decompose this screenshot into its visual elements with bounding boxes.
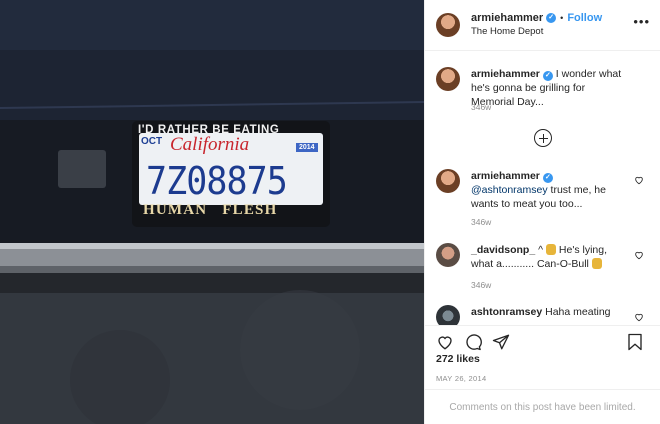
mention-link[interactable]: @ashtonramsey	[471, 184, 548, 196]
avatar[interactable]	[436, 169, 460, 193]
avatar[interactable]	[436, 243, 460, 267]
bookmark-icon[interactable]	[627, 333, 643, 351]
comment-age[interactable]: 346w	[471, 280, 491, 290]
plate-state-name: California	[170, 134, 250, 155]
heart-icon[interactable]	[634, 175, 644, 185]
list-item: _davidsonp_ ^ He's lying, what a........…	[436, 243, 651, 271]
likes-count[interactable]: 272 likes	[436, 353, 480, 365]
comment-username[interactable]: ashtonramsey	[471, 306, 542, 318]
caption: armiehammer ✓ I wonder what he's gonna be…	[436, 67, 651, 109]
can-emoji-icon	[591, 258, 602, 269]
heart-icon[interactable]	[634, 250, 644, 260]
post-date[interactable]: MAY 26, 2014	[436, 374, 486, 383]
comment-list: armiehammer ✓ I wonder what he's gonna be…	[425, 51, 660, 325]
author-username[interactable]: armiehammer	[471, 11, 543, 25]
plate-month-sticker: OCT	[141, 136, 163, 147]
separator-dot: •	[560, 13, 564, 23]
plus-circle-icon[interactable]	[534, 129, 552, 147]
verified-badge-icon: ✓	[546, 13, 557, 23]
verified-badge-icon: ✓	[542, 71, 553, 81]
post-header: armiehammer ✓ • Follow The Home Depot ••…	[425, 0, 660, 51]
avatar[interactable]	[436, 13, 460, 37]
comment-username[interactable]: armiehammer	[471, 68, 540, 80]
comment-username[interactable]: armiehammer	[471, 170, 540, 182]
list-item: armiehammer ✓ @ashtonramsey trust me, he …	[436, 169, 651, 211]
verified-badge-icon: ✓	[542, 173, 553, 183]
follow-button[interactable]: Follow	[567, 11, 602, 25]
comments-limited-notice: Comments on this post have been limited.	[425, 389, 660, 424]
plate-number: 7Z08875	[146, 159, 288, 203]
more-options-icon[interactable]: •••	[633, 15, 650, 28]
action-bar: 272 likes MAY 26, 2014	[425, 325, 660, 389]
comment-text: Haha meating	[545, 306, 611, 318]
comment-icon[interactable]	[464, 333, 482, 351]
avatar[interactable]	[436, 67, 460, 91]
avatar[interactable]	[436, 305, 460, 325]
heart-icon[interactable]	[634, 312, 644, 322]
comment-username[interactable]: _davidsonp_	[471, 244, 535, 256]
list-item: ashtonramsey Haha meating	[436, 305, 651, 325]
location-link[interactable]: The Home Depot	[471, 25, 602, 39]
post-photo[interactable]: I'D RATHER BE EATING OCT California 2014…	[0, 0, 424, 424]
trophy-emoji-icon	[545, 244, 556, 255]
post-sidebar: armiehammer ✓ • Follow The Home Depot ••…	[424, 0, 660, 424]
plate-frame-bottom-text: HUMAN FLESH	[143, 202, 278, 218]
plate-year-sticker: 2014	[296, 143, 318, 152]
share-icon[interactable]	[492, 333, 510, 351]
comment-text-prefix: ^	[538, 244, 544, 256]
instagram-post: I'D RATHER BE EATING OCT California 2014…	[0, 0, 660, 424]
comment-age[interactable]: 346w	[471, 102, 491, 112]
heart-icon[interactable]	[436, 333, 454, 351]
comment-age[interactable]: 346w	[471, 217, 491, 227]
